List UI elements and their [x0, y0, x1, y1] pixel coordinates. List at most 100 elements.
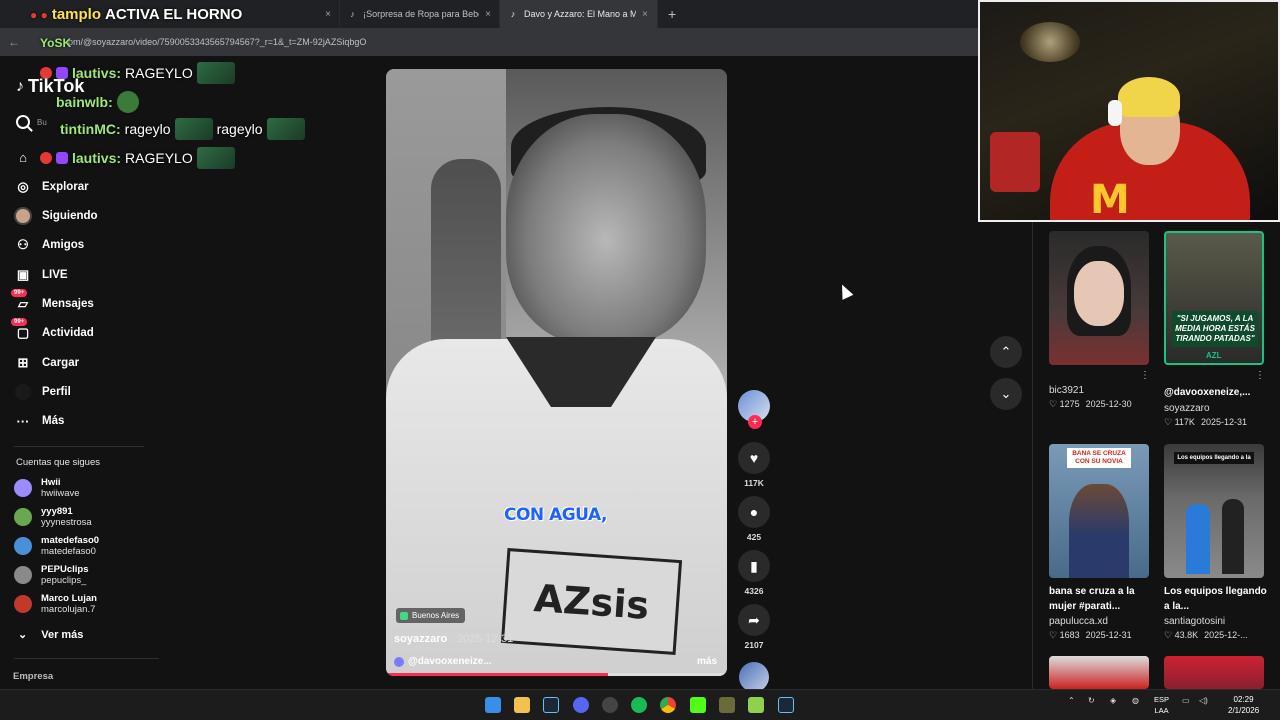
tiktok-logo[interactable]: ♪ TikTok — [16, 76, 84, 97]
following-section-title: Cuentas que sigues — [16, 457, 100, 468]
comment-count: 425 — [746, 532, 762, 542]
recommended-thumbnail[interactable]: Los equipos llegando a la — [1164, 444, 1264, 578]
emote-icon — [174, 118, 213, 140]
save-button[interactable]: ▮ — [738, 550, 770, 582]
chevron-up-icon: ⌃ — [1000, 344, 1012, 359]
like-button[interactable]: ♥ — [738, 442, 770, 474]
account-name: matedefaso0 — [41, 535, 100, 546]
video-date: 2025-12-31 — [456, 633, 514, 645]
music-disc[interactable] — [739, 662, 769, 692]
steam-icon[interactable] — [543, 697, 559, 713]
search-icon[interactable] — [16, 115, 30, 129]
nav-mas[interactable]: ··· Más — [14, 410, 154, 432]
recommended-thumbnail[interactable] — [1049, 656, 1149, 689]
nav-explorar[interactable]: ◎ Explorar — [14, 176, 154, 198]
creator-avatar[interactable]: + — [738, 390, 770, 429]
volume-icon[interactable]: ◁) — [1199, 696, 1208, 705]
activity-icon: ▢ 99+ — [11, 318, 32, 342]
video-progress-bar[interactable] — [386, 673, 727, 676]
thumb-text: "SI JUGAMOS, A LA MEDIA HORA ESTÁS TIRAN… — [1172, 311, 1258, 347]
more-options-icon[interactable]: ⋮ — [1140, 370, 1150, 381]
recommended-author[interactable]: papulucca.xd — [1049, 616, 1108, 627]
network-icon[interactable]: ▭ — [1182, 696, 1190, 705]
spotify-icon[interactable] — [631, 697, 647, 713]
comment-button[interactable]: ● — [738, 496, 770, 528]
nav-mensajes[interactable]: ▱ 99+ Mensajes — [11, 289, 154, 315]
recommended-title[interactable]: Los equipos llegando a la... — [1164, 584, 1269, 614]
microphone-icon[interactable]: ◍ — [1132, 696, 1139, 705]
recommended-author[interactable]: bic3921 — [1049, 385, 1084, 396]
language-indicator[interactable]: ESP LAA — [1154, 694, 1169, 716]
headset-icon — [1108, 100, 1122, 126]
nav-cargar[interactable]: ⊞ Cargar — [14, 352, 154, 374]
avatar — [14, 537, 32, 555]
nav-home[interactable]: ⌂ — [14, 146, 154, 168]
see-more-button[interactable]: ⌄ Ver más — [18, 628, 83, 642]
following-account[interactable]: Hwii hwiiwave — [14, 477, 154, 499]
url-text[interactable]: om/@soyazzaro/video/7590053343565794567?… — [68, 37, 366, 47]
tab-sorpresa[interactable]: ♪ ¡Sorpresa de Ropa para Bebé! | × — [340, 0, 500, 28]
overlay-title: ACTIVA EL HORNO — [105, 6, 243, 23]
windows-start-icon[interactable] — [485, 697, 501, 713]
recommended-title[interactable]: @davooxeneize,... — [1164, 387, 1250, 398]
recommended-title[interactable]: bana se cruza a la mujer #parati... — [1049, 584, 1154, 614]
chrome-icon[interactable] — [660, 697, 676, 713]
company-link[interactable]: Empresa — [13, 671, 53, 682]
recommended-author[interactable]: santiagotosini — [1164, 616, 1225, 627]
tray-sync-icon[interactable]: ↻ — [1088, 696, 1095, 705]
nav-label: Actividad — [42, 327, 94, 339]
thumb-banner: BANA SE CRUZA CON SU NOVIA — [1067, 448, 1131, 468]
tab-title: Davo y Azzaro: El Mano a M — [524, 9, 636, 19]
following-account[interactable]: PEPUclips pepuclips_ — [14, 564, 154, 586]
chat-user: tintinMC: — [60, 121, 121, 137]
thumb-person — [1222, 499, 1244, 574]
more-options-icon[interactable]: ⋮ — [1255, 370, 1265, 381]
address-bar[interactable]: ← om/@soyazzaro/video/759005334356579456… — [0, 28, 980, 56]
recommended-thumbnail[interactable]: "SI JUGAMOS, A LA MEDIA HORA ESTÁS TIRAN… — [1164, 231, 1264, 365]
obs-icon[interactable] — [602, 697, 618, 713]
close-icon[interactable]: × — [485, 9, 491, 20]
following-account[interactable]: Marco Lujan marcolujan.7 — [14, 593, 154, 615]
tab-davo-azzaro[interactable]: ♪ Davo y Azzaro: El Mano a M × — [500, 0, 658, 28]
tray-shield-icon[interactable]: ◈ — [1110, 696, 1116, 705]
video-mention[interactable]: @davooxeneize... — [394, 656, 492, 667]
heart-icon: ♥ — [749, 450, 759, 466]
location-badge[interactable]: Buenos Aires — [396, 608, 466, 623]
avatar — [14, 508, 32, 526]
file-explorer-icon[interactable] — [514, 697, 530, 713]
discord-icon[interactable] — [573, 697, 589, 713]
nav-live[interactable]: ▣ LIVE — [14, 264, 154, 286]
minecraft-icon[interactable] — [719, 697, 735, 713]
following-account[interactable]: matedefaso0 matedefaso0 — [14, 535, 154, 557]
compass-icon: ◎ — [17, 179, 29, 194]
close-icon[interactable]: × — [642, 9, 648, 20]
next-video-button[interactable]: ⌄ — [990, 378, 1022, 410]
system-clock[interactable]: 02:29 2/1/2026 — [1228, 694, 1259, 716]
author-name: soyazzaro — [394, 633, 448, 645]
new-tab-button[interactable]: + — [668, 6, 676, 22]
more-link[interactable]: más — [697, 656, 717, 667]
previous-video-button[interactable]: ⌃ — [990, 336, 1022, 368]
recommended-thumbnail[interactable] — [1049, 231, 1149, 365]
back-arrow-icon[interactable]: ← — [0, 35, 28, 49]
following-account[interactable]: yyy891 yyynestrosa — [14, 506, 154, 528]
follow-plus-icon[interactable]: + — [748, 415, 762, 429]
video-player[interactable]: AZsis CON AGUA, Buenos Aires soyazzaro ·… — [386, 69, 727, 676]
search-input[interactable]: Bu — [37, 118, 47, 127]
tray-chevron-icon[interactable]: ⌃ — [1068, 696, 1075, 705]
recommended-thumbnail[interactable]: BANA SE CRUZA CON SU NOVIA — [1049, 444, 1149, 578]
nav-siguiendo[interactable]: Siguiendo — [14, 205, 154, 227]
app-icon[interactable] — [748, 697, 764, 713]
recommended-thumbnail[interactable] — [1164, 656, 1264, 689]
video-author[interactable]: soyazzaro · 2025-12-31 — [394, 633, 513, 645]
nav-label: Más — [42, 415, 65, 427]
nav-amigos[interactable]: ⚇ Amigos — [14, 234, 154, 256]
share-button[interactable]: ➦ — [738, 604, 770, 636]
recommended-author[interactable]: soyazzaro — [1164, 403, 1210, 414]
kick-icon[interactable] — [690, 697, 706, 713]
steam-icon[interactable] — [778, 697, 794, 713]
nav-actividad[interactable]: ▢ 99+ Actividad — [11, 318, 154, 344]
tiktok-note-icon: ♪ — [16, 77, 24, 95]
nav-perfil[interactable]: Perfil — [14, 381, 154, 403]
close-icon[interactable]: × — [325, 9, 331, 20]
